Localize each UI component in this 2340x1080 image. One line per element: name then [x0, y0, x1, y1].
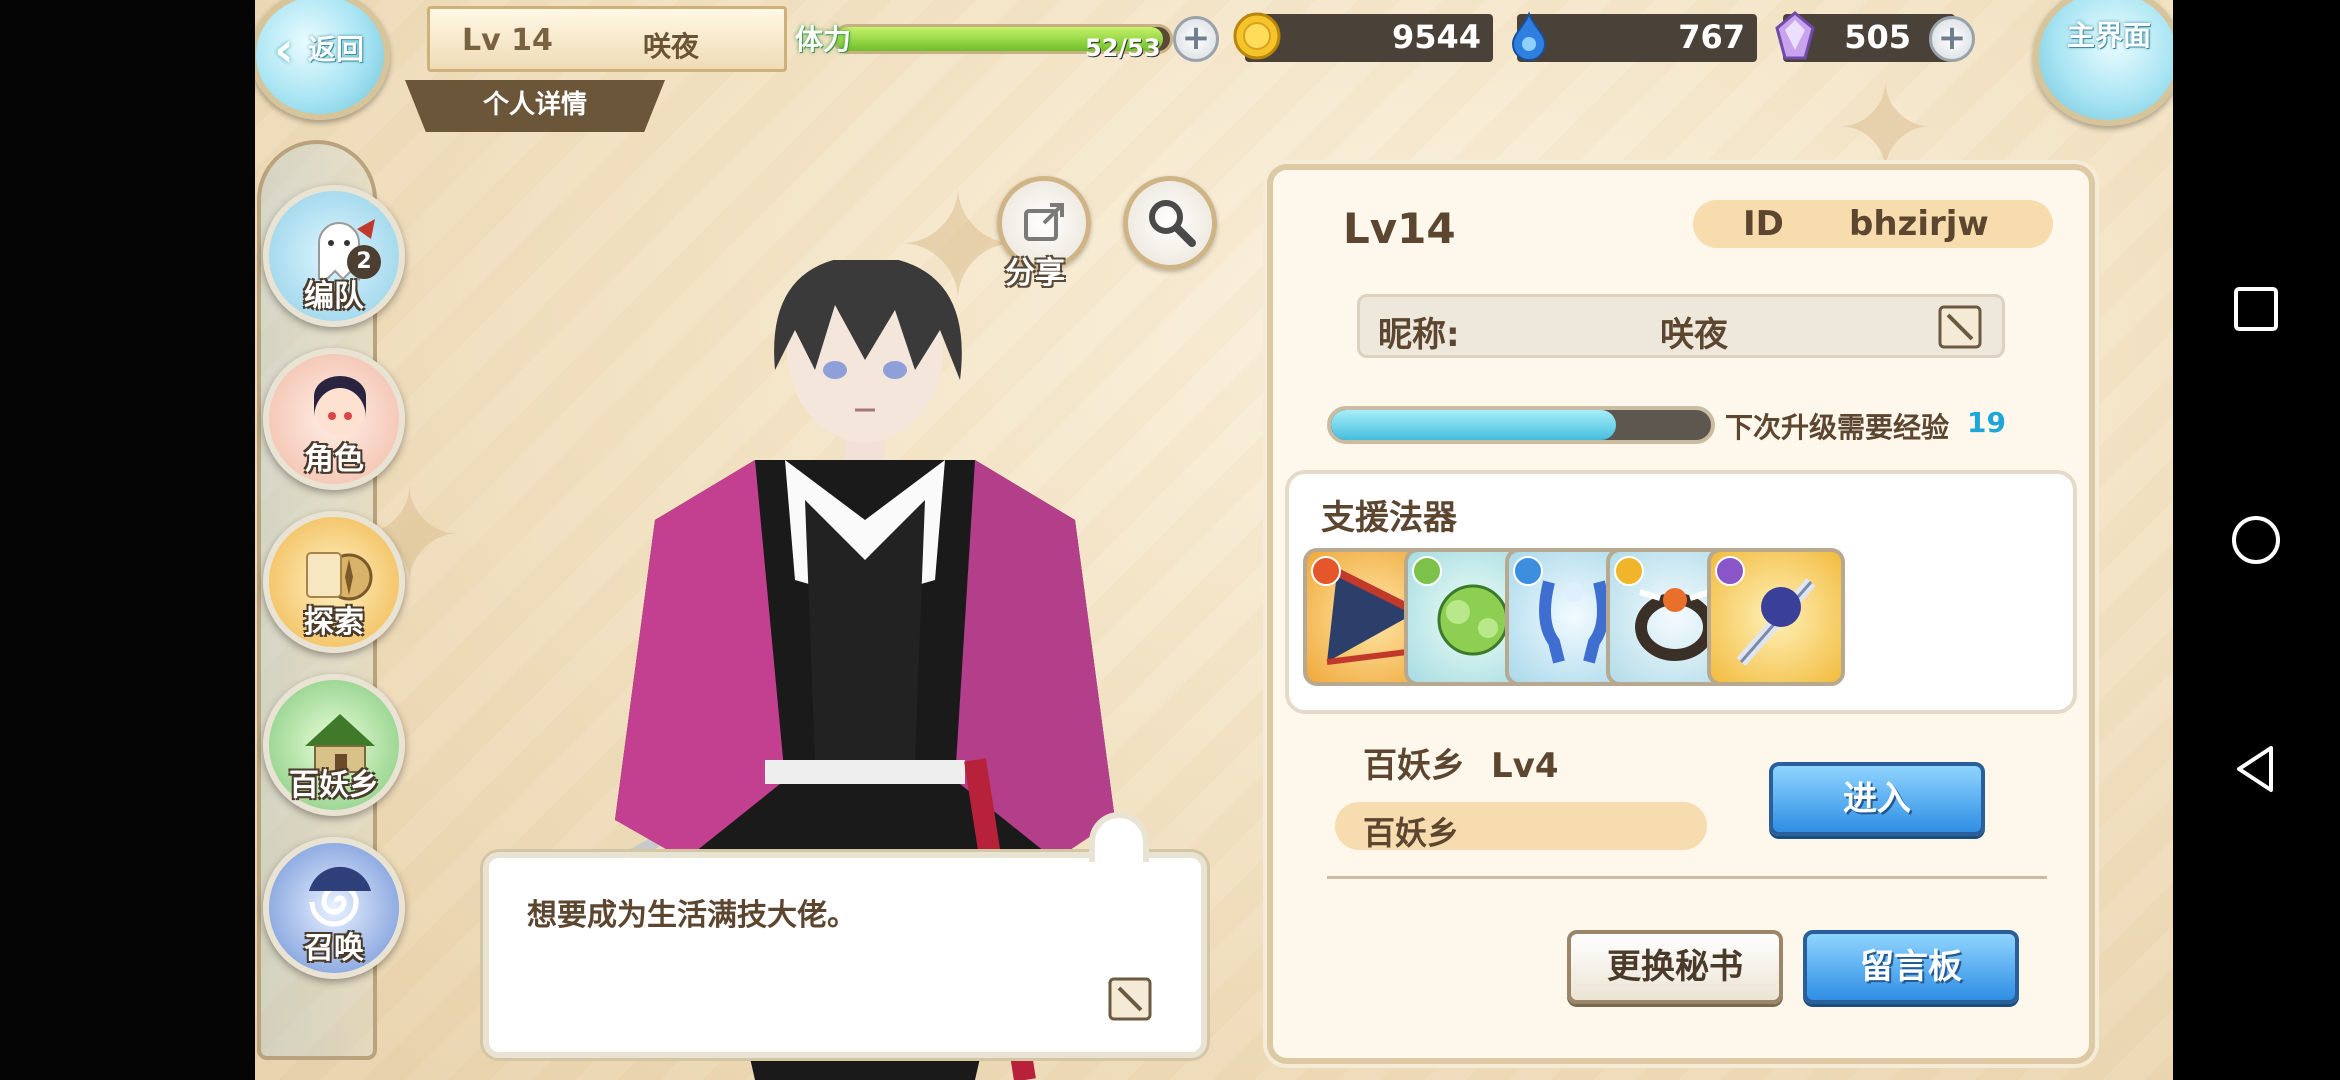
support-slot-5[interactable] — [1707, 548, 1845, 686]
game-view: ✦ ✦ ✦ ‹ 返回 Lv 14 咲夜 个人详情 体力 52/53 + 9544… — [255, 0, 2173, 1080]
element-badge — [1614, 556, 1644, 586]
back-arrow-icon: ‹ — [274, 22, 294, 78]
id-value: bhzirjw — [1849, 204, 1989, 244]
nav-summon[interactable]: 召唤 — [263, 837, 405, 979]
element-badge — [1715, 556, 1745, 586]
speech-bubble: 想要成为生活满技大佬。 — [483, 812, 1207, 1058]
top-bar: ‹ 返回 Lv 14 咲夜 个人详情 体力 52/53 + 9544 767 5… — [255, 0, 2173, 132]
village-level: Lv4 — [1491, 746, 1559, 786]
share-icon — [1024, 203, 1064, 241]
back-button[interactable]: ‹ 返回 — [255, 0, 390, 120]
gold-counter: 9544 — [1233, 12, 1493, 62]
back-label: 返回 — [308, 33, 365, 66]
nav-label: 百妖乡 — [289, 768, 379, 803]
player-name: 咲夜 — [643, 30, 700, 63]
stamina-meter: 体力 52/53 — [795, 12, 1195, 62]
add-stamina-button[interactable]: + — [1173, 16, 1219, 62]
element-badge — [1311, 556, 1341, 586]
exp-value: 19 — [1967, 406, 2006, 439]
village-name-bar: 百妖乡 — [1335, 802, 1707, 852]
id-label: ID — [1743, 204, 1784, 244]
android-nav-bar — [2173, 0, 2340, 1080]
message-board-button[interactable]: 留言板 — [1803, 930, 2019, 1004]
element-badge — [1412, 556, 1442, 586]
profile-level: Lv14 — [1343, 204, 1456, 253]
divider — [1327, 876, 2047, 879]
player-level: Lv 14 — [462, 23, 553, 58]
village-bar-label: 百妖乡 — [1363, 814, 1460, 852]
level-name-plate: Lv 14 咲夜 — [427, 6, 787, 72]
nickname-label: 昵称: — [1378, 315, 1460, 355]
blue-flame-icon — [1511, 11, 1547, 61]
add-crystal-button[interactable]: + — [1929, 16, 1975, 62]
exp-label: 下次升级需要经验 — [1725, 411, 1950, 444]
village-info: 百妖乡 Lv4 — [1363, 738, 1559, 787]
element-badge — [1513, 556, 1543, 586]
nav-characters[interactable]: 角色 — [263, 348, 405, 490]
home-button[interactable]: 主界面 — [2033, 0, 2173, 126]
recent-apps-icon[interactable] — [2229, 282, 2283, 336]
gold-coin-icon — [1233, 12, 1281, 60]
left-nav: 2 编队 角色 探索 百妖乡 召唤 — [255, 140, 405, 1060]
zoom-button[interactable] — [1123, 176, 1217, 270]
nav-village[interactable]: 百妖乡 — [263, 674, 405, 816]
nav-explore[interactable]: 探索 — [263, 511, 405, 653]
magnifier-icon — [1149, 200, 1196, 247]
support-artifacts-box: 支援法器 ★ — [1285, 470, 2077, 714]
home-circle-icon[interactable] — [2229, 513, 2283, 567]
home-label: 主界面 — [2067, 19, 2152, 52]
secretary-message: 想要成为生活满技大佬。 — [527, 898, 857, 933]
nav-label: 探索 — [304, 605, 364, 640]
nickname-field: 昵称: 咲夜 — [1357, 294, 2005, 358]
edit-nickname-icon[interactable] — [1936, 303, 1984, 351]
crystal-icon — [1775, 11, 1815, 60]
change-secretary-button[interactable]: 更换秘书 — [1567, 930, 1783, 1004]
water-amount: 767 — [1678, 18, 1745, 56]
stamina-label: 体力 — [795, 23, 852, 56]
nav-label: 角色 — [304, 442, 364, 477]
nav-label: 召唤 — [304, 931, 364, 966]
nav-label: 编队 — [304, 279, 364, 314]
player-id-box: ID bhzirjw — [1693, 200, 2053, 248]
nav-formation[interactable]: 2 编队 — [263, 185, 405, 327]
tab-personal-details: 个人详情 — [405, 80, 665, 132]
exp-bar — [1327, 406, 1715, 444]
exp-fill — [1331, 410, 1616, 440]
enter-village-button[interactable]: 进入 — [1769, 762, 1985, 836]
screen: ✦ ✦ ✦ ‹ 返回 Lv 14 咲夜 个人详情 体力 52/53 + 9544… — [0, 0, 2340, 1080]
back-triangle-icon[interactable] — [2229, 742, 2283, 796]
village-name: 百妖乡 — [1363, 746, 1465, 786]
edit-message-icon[interactable] — [1107, 976, 1153, 1022]
crystal-amount: 505 — [1844, 18, 1911, 56]
support-title: 支援法器 — [1321, 498, 1457, 538]
tab-label: 个人详情 — [482, 90, 587, 120]
water-counter: 767 — [1511, 11, 1757, 62]
nickname-value: 咲夜 — [1660, 315, 1728, 355]
profile-panel: Lv14 ID bhzirjw 昵称: 咲夜 下次升级需要经验 19 支援法器 … — [1267, 164, 2095, 1064]
gold-amount: 9544 — [1391, 18, 1481, 56]
stamina-value: 52/53 — [1085, 34, 1161, 62]
